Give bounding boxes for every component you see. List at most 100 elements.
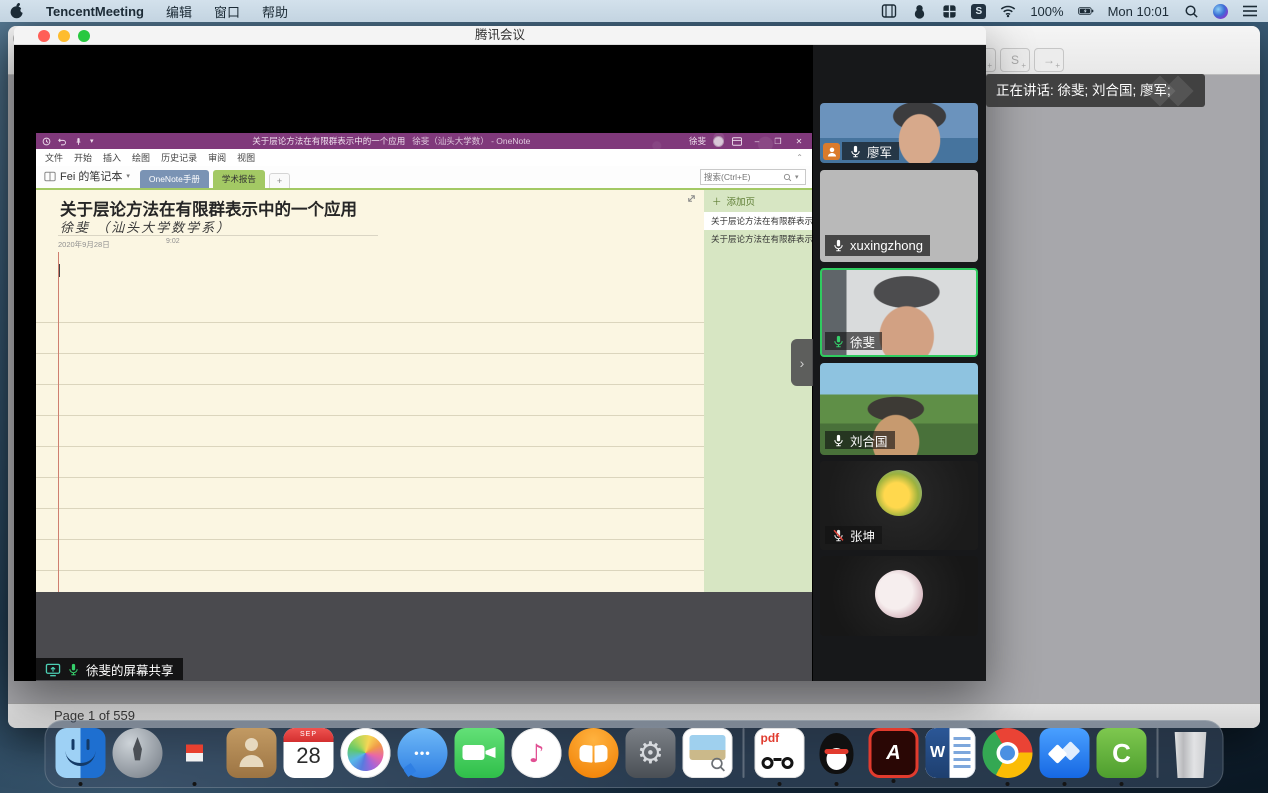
battery-icon[interactable] [1078, 3, 1094, 19]
finder-face [72, 739, 75, 750]
menubar-item-help[interactable]: 帮助 [262, 2, 288, 21]
dock-contacts[interactable] [227, 728, 277, 778]
tab-home[interactable]: 开始 [74, 151, 92, 164]
mic-muted-icon [832, 528, 845, 543]
tab-history[interactable]: 历史记录 [161, 151, 197, 164]
dock-tencent-meeting[interactable] [1040, 728, 1090, 778]
chevron-right-icon: › [800, 355, 805, 371]
page-date: 2020年9月28日 [58, 239, 110, 250]
add-page-button[interactable]: ＋ 添加页 [704, 190, 812, 212]
page-canvas[interactable]: 关于层论方法在有限群表示中的一个应用 徐斐 （汕头大学数学系） 2020年9月2… [36, 190, 704, 594]
dock-calendar[interactable]: SEP 28 [284, 728, 334, 778]
dock-system-preferences[interactable]: ⚙ [626, 728, 676, 778]
spotlight-search-icon[interactable] [1183, 3, 1199, 19]
chrome-center [1000, 746, 1015, 761]
wifi-icon[interactable] [1000, 3, 1016, 19]
tab-file[interactable]: 文件 [45, 151, 63, 164]
dock-books[interactable] [569, 728, 619, 778]
dock-pdf-expert[interactable]: pdf [755, 728, 805, 778]
notebook-selector[interactable]: Fei 的笔记本 ▾ [42, 168, 136, 188]
search-box[interactable]: ▾ [700, 169, 806, 185]
camera-lens-icon [486, 747, 496, 758]
page-list-item[interactable]: 关于层论方法在有限群表示中的应 [704, 230, 812, 248]
dock-launchpad[interactable] [113, 728, 163, 778]
pdf-arrow-tool-button[interactable]: →+ [1034, 48, 1064, 72]
participant-label: 张坤 [825, 526, 882, 544]
onenote-account-avatar[interactable] [713, 136, 724, 147]
dock-finder[interactable] [56, 728, 106, 778]
search-scope-caret-icon[interactable]: ▾ [795, 173, 799, 181]
dock-camtasia[interactable]: C [1097, 728, 1147, 778]
close-traffic-light[interactable] [38, 30, 50, 42]
dock-photos[interactable] [341, 728, 391, 778]
touch-mode-icon[interactable] [42, 137, 51, 146]
dock-qq[interactable] [812, 728, 862, 778]
camtasia-glyph: C [1112, 738, 1131, 769]
siri-icon[interactable] [1213, 4, 1228, 19]
qat-caret-icon[interactable]: ▾ [90, 137, 94, 145]
section-tab-academic-report[interactable]: 学术报告 [213, 170, 265, 188]
panel-collapse-handle[interactable]: › [791, 339, 813, 386]
participant-tile-zhangkun[interactable]: 张坤 [820, 461, 978, 550]
page-list-item-selected[interactable]: 关于层论方法在有限群表示中的一 [704, 212, 812, 230]
tooltip-logo-watermark [1162, 75, 1193, 106]
undo-icon[interactable] [58, 137, 67, 146]
onenote-restore-button[interactable]: ❐ [771, 137, 785, 146]
camera-icon [463, 745, 485, 760]
mic-on-icon [832, 433, 845, 448]
search-icon [783, 173, 792, 182]
add-page-label: 添加页 [727, 194, 756, 208]
section-tab-onenote-manual[interactable]: OneNote手册 [140, 170, 209, 188]
participant-tile-liuheguo[interactable]: 刘合国 [820, 363, 978, 455]
dock-divider [1157, 728, 1159, 778]
dock-itunes[interactable]: ♪ [512, 728, 562, 778]
photos-flower-icon [343, 731, 387, 775]
apple-menu-icon[interactable] [10, 3, 24, 19]
dock-acrobat[interactable]: A [869, 728, 919, 778]
tab-view[interactable]: 视图 [237, 151, 255, 164]
participant-name: 廖军 [867, 142, 892, 161]
rocket-icon [130, 737, 146, 767]
dock-messages[interactable]: ••• [398, 728, 448, 778]
search-input[interactable] [704, 172, 780, 182]
tab-draw[interactable]: 绘图 [132, 151, 150, 164]
meeting-logo [1061, 741, 1081, 761]
qq-status-icon[interactable] [911, 3, 927, 19]
menubar-app-name[interactable]: TencentMeeting [46, 4, 144, 19]
open-book-icon [580, 744, 593, 762]
onenote-minimize-button[interactable]: – [750, 137, 764, 146]
menubar-item-edit[interactable]: 编辑 [166, 2, 192, 21]
mic-on-icon [832, 238, 845, 253]
tab-review[interactable]: 审阅 [208, 151, 226, 164]
menubar-item-window[interactable]: 窗口 [214, 2, 240, 21]
minimize-traffic-light[interactable] [58, 30, 70, 42]
dock-trash[interactable] [1173, 732, 1209, 778]
dock-preview[interactable] [683, 728, 733, 778]
page-expand-icon[interactable] [686, 193, 697, 204]
film-status-icon[interactable] [881, 3, 897, 19]
participant-tile-liaojun[interactable]: 廖军 [820, 103, 978, 163]
pdf-label: pdf [761, 731, 780, 745]
input-method-icon[interactable] [941, 3, 957, 19]
participant-name: 徐斐 [850, 332, 875, 351]
participant-tile-xufei-active-speaker[interactable]: 徐斐 [820, 268, 978, 357]
ribbon-collapse-icon[interactable]: ⌃ [796, 153, 803, 162]
pin-icon[interactable] [74, 137, 83, 146]
zoom-traffic-light[interactable] [78, 30, 90, 42]
menubar-clock[interactable]: Mon 10:01 [1108, 4, 1169, 19]
dock-facetime[interactable] [455, 728, 505, 778]
new-section-tab[interactable]: + [269, 173, 290, 188]
dock-word[interactable]: W [926, 728, 976, 778]
dock-safari[interactable] [170, 728, 220, 778]
dock: SEP 28 ••• ♪ ⚙ pdf A W C [45, 720, 1224, 788]
participant-tile-unnamed[interactable] [820, 556, 978, 636]
tab-insert[interactable]: 插入 [103, 151, 121, 164]
onenote-window: ▾ 关于层论方法在有限群表示中的一个应用 徐斐（汕头大学数） - OneNote… [36, 133, 812, 594]
onenote-close-button[interactable]: ✕ [792, 137, 806, 146]
notification-center-icon[interactable] [1242, 3, 1258, 19]
pdf-signature-tool-button[interactable]: S+ [1000, 48, 1030, 72]
dock-chrome[interactable] [983, 728, 1033, 778]
sogou-input-icon[interactable]: S [971, 4, 986, 19]
participant-tile-xuxingzhong[interactable]: xuxingzhong [820, 170, 978, 262]
ribbon-display-icon[interactable] [731, 137, 743, 146]
